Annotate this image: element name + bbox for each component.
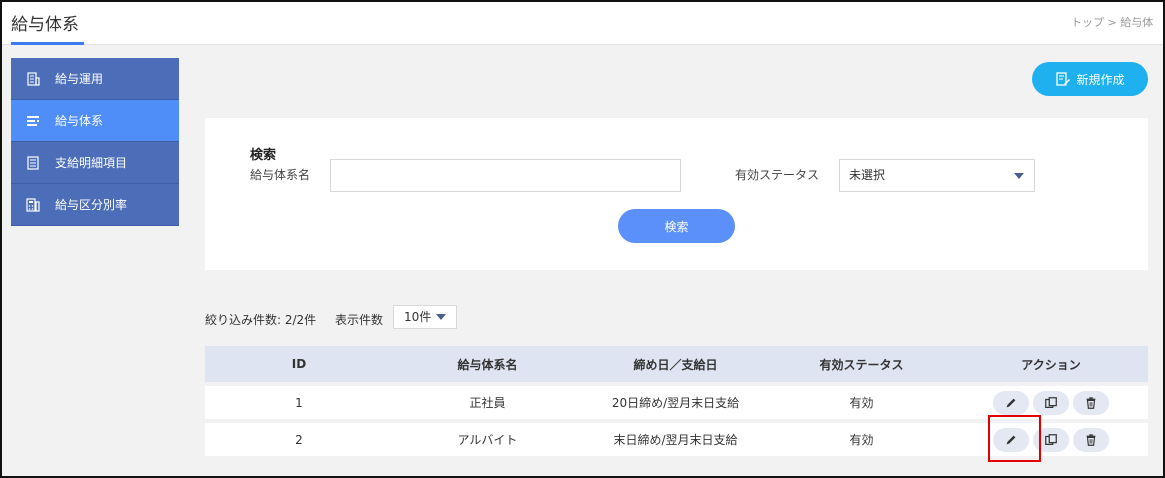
status-label: 有効ステータス: [735, 168, 820, 182]
sidebar-item-salary-system[interactable]: 給与体系: [11, 100, 179, 142]
cell-status: 有効: [849, 396, 874, 410]
salary-system-name-label: 給与体系名: [250, 168, 311, 182]
edit-button[interactable]: [993, 390, 1029, 415]
sidebar-item-label: 給与体系: [55, 114, 104, 128]
delete-button[interactable]: [1073, 427, 1109, 452]
sidebar-item-label: 支給明細項目: [55, 156, 128, 170]
sidebar-item-payslip-items[interactable]: 支給明細項目: [11, 142, 179, 184]
chevron-down-icon: [436, 314, 446, 320]
copy-button[interactable]: [1033, 390, 1069, 415]
cell-closing: 20日締め/翌月末日支給: [611, 396, 740, 410]
status-select-value: 未選択: [849, 168, 886, 182]
header-id: ID: [291, 357, 307, 371]
edit-document-icon: [1056, 72, 1071, 86]
cell-name: アルバイト: [457, 433, 518, 447]
trash-icon: [1086, 396, 1096, 409]
salary-system-name-input[interactable]: [330, 159, 681, 192]
header-action: アクション: [1021, 357, 1081, 372]
sidebar: 給与運用 給与体系 支給明細項目 給与区分別率: [11, 58, 179, 226]
status-select[interactable]: 未選択: [839, 159, 1035, 192]
delete-button[interactable]: [1073, 390, 1109, 415]
header-status: 有効ステータス: [819, 357, 904, 372]
per-page-value: 10件: [404, 310, 432, 324]
cell-name: 正社員: [469, 396, 506, 410]
highlight-box: [988, 415, 1041, 462]
sidebar-item-salary-operation[interactable]: 給与運用: [11, 58, 179, 100]
per-page-select[interactable]: 10件: [393, 305, 457, 329]
page-title: 給与体系: [11, 15, 79, 35]
title-underline: [11, 42, 84, 45]
copy-icon: [1045, 433, 1057, 445]
sidebar-item-salary-rate[interactable]: 給与区分別率: [11, 184, 179, 226]
list-document-icon: [25, 155, 41, 171]
pencil-icon: [1006, 398, 1016, 407]
per-page-label: 表示件数: [335, 313, 384, 327]
top-bar: 給与体系 トップ > 給与体: [2, 2, 1163, 45]
cell-actions: [954, 427, 1148, 452]
copy-icon: [1045, 396, 1057, 408]
sidebar-item-label: 給与運用: [55, 72, 104, 86]
search-button[interactable]: 検索: [618, 209, 735, 243]
hierarchy-icon: [25, 113, 41, 129]
cell-closing: 末日締め/翌月末日支給: [613, 433, 738, 447]
search-panel: 検索 給与体系名 有効ステータス 未選択 検索: [205, 118, 1148, 270]
breadcrumb[interactable]: トップ > 給与体: [1071, 14, 1161, 30]
cell-id: 2: [295, 432, 303, 447]
chevron-down-icon: [1014, 173, 1024, 179]
building-icon: [25, 71, 41, 87]
cell-id: 1: [295, 395, 303, 410]
header-closing: 締め日／支給日: [633, 357, 718, 372]
cell-status: 有効: [849, 433, 874, 447]
cell-actions: [954, 390, 1148, 415]
new-create-button[interactable]: 新規作成: [1032, 62, 1148, 96]
search-heading: 検索: [250, 148, 277, 163]
header-name: 給与体系名: [457, 357, 518, 372]
calculator-icon: [25, 197, 41, 213]
table-header: ID 給与体系名 締め日／支給日 有効ステータス アクション: [205, 346, 1148, 382]
sidebar-item-label: 給与区分別率: [55, 198, 128, 212]
filter-count: 絞り込み件数: 2/2件: [205, 313, 317, 327]
trash-icon: [1086, 433, 1096, 446]
new-create-label: 新規作成: [1076, 72, 1125, 87]
